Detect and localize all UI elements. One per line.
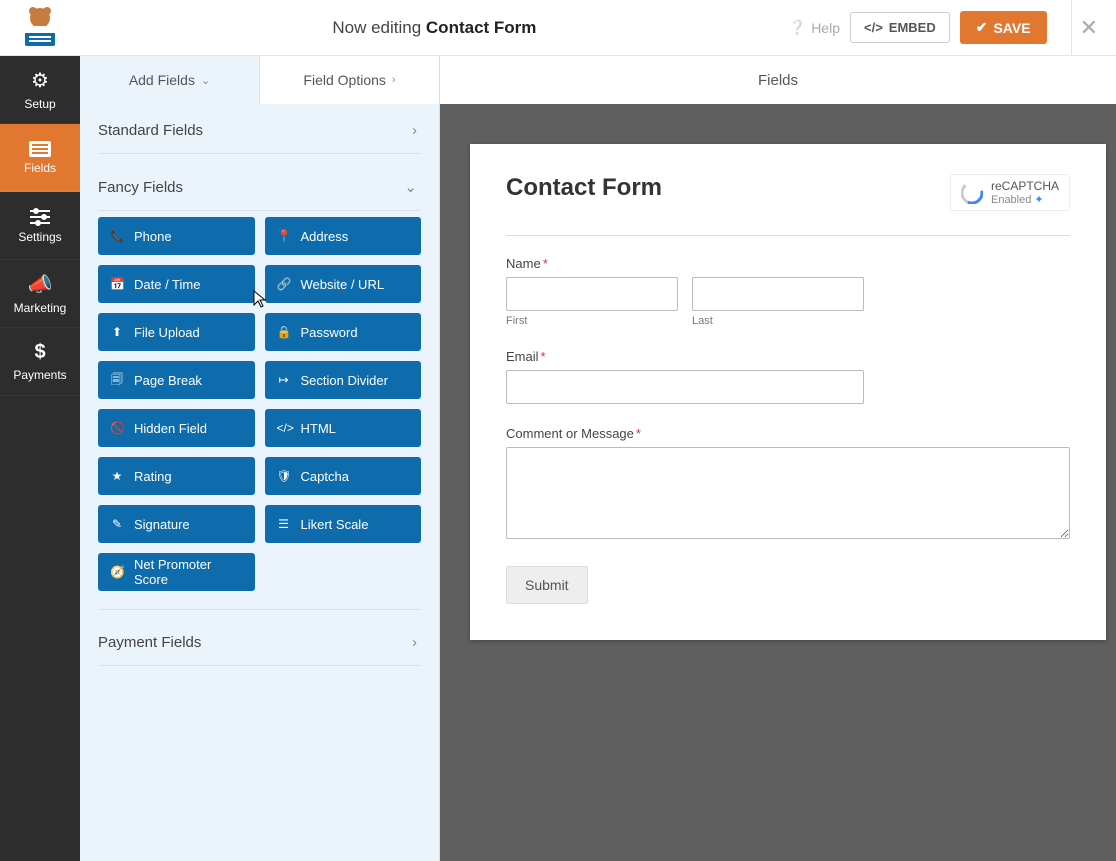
close-icon: ✕ (1080, 15, 1098, 41)
app-logo (0, 0, 80, 56)
field-password[interactable]: 🔒 Password (265, 313, 422, 351)
dollar-icon: $ (34, 341, 45, 364)
field-label: Phone (134, 229, 172, 244)
field-website-url[interactable]: 🔗 Website / URL (265, 265, 422, 303)
last-sublabel: Last (692, 315, 864, 327)
chevron-down-icon: ⌄ (201, 74, 210, 87)
field-captcha[interactable]: 🛡 Captcha (265, 457, 422, 495)
save-button[interactable]: ✔ SAVE (960, 11, 1047, 44)
megaphone-icon: 📣 (28, 272, 53, 297)
field-phone[interactable]: 📞 Phone (98, 217, 255, 255)
link-icon: 🔗 (277, 277, 291, 291)
field-address[interactable]: 📍 Address (265, 217, 422, 255)
arrow-icon: ↦ (277, 373, 291, 387)
upload-icon: ⬆ (110, 325, 124, 339)
field-page-break[interactable]: 🗐 Page Break (98, 361, 255, 399)
field-file-upload[interactable]: ⬆ File Upload (98, 313, 255, 351)
help-link[interactable]: ❔ Help (789, 19, 840, 36)
divider (98, 210, 421, 211)
star-icon: ★ (110, 469, 124, 483)
nav-setup[interactable]: ⚙ Setup (0, 56, 80, 124)
chevron-right-icon: › (392, 74, 396, 86)
field-label: HTML (301, 421, 336, 436)
field-section-divider[interactable]: ↦ Section Divider (265, 361, 422, 399)
form-preview: Contact Form reCAPTCHA Enabled ✦ Name* F… (470, 144, 1106, 640)
field-label: Hidden Field (134, 421, 207, 436)
field-label: Signature (134, 517, 190, 532)
shield-icon: 🛡 (277, 469, 291, 483)
tab-add-fields[interactable]: Add Fields ⌄ (80, 56, 259, 104)
editing-label: Now editing Contact Form (80, 18, 789, 38)
recaptcha-badge: reCAPTCHA Enabled ✦ (950, 174, 1070, 211)
nav-fields[interactable]: Fields (0, 124, 80, 192)
last-name-input[interactable] (692, 277, 864, 311)
chevron-down-icon: ⌄ (404, 178, 417, 196)
divider (98, 665, 421, 666)
field-label: Page Break (134, 373, 202, 388)
field-label: Website / URL (301, 277, 385, 292)
code-icon: </> (864, 20, 883, 35)
field-likert-scale[interactable]: ☰ Likert Scale (265, 505, 422, 543)
pin-icon: 📍 (277, 229, 291, 243)
field-date-time[interactable]: 📅 Date / Time (98, 265, 255, 303)
phone-icon: 📞 (110, 229, 124, 243)
calendar-icon: 📅 (110, 277, 124, 291)
message-label: Comment or Message* (506, 426, 1070, 441)
message-textarea[interactable] (506, 447, 1070, 539)
field-signature[interactable]: ✎ Signature (98, 505, 255, 543)
field-label: Captcha (301, 469, 349, 484)
form-title: Contact Form (506, 174, 662, 202)
field-hidden-field[interactable]: 🚫 Hidden Field (98, 409, 255, 447)
field-rating[interactable]: ★ Rating (98, 457, 255, 495)
name-label: Name* (506, 256, 1070, 271)
section-payment-fields[interactable]: Payment Fields › (98, 616, 421, 665)
recaptcha-icon (961, 182, 983, 204)
field-label: Address (301, 229, 349, 244)
check-icon: ✔ (976, 19, 988, 36)
close-button[interactable]: ✕ (1071, 0, 1106, 56)
email-label: Email* (506, 349, 1070, 364)
lock-icon: 🔒 (277, 325, 291, 339)
field-net-promoter-score[interactable]: 🧭 Net Promoter Score (98, 553, 255, 591)
nav-settings[interactable]: Settings (0, 192, 80, 260)
first-sublabel: First (506, 315, 678, 327)
nav-payments[interactable]: $ Payments (0, 328, 80, 396)
gauge-icon: 🧭 (110, 565, 124, 579)
chevron-right-icon: › (412, 122, 417, 139)
verified-icon: ✦ (1034, 194, 1043, 206)
field-label: Date / Time (134, 277, 200, 292)
divider (98, 153, 421, 154)
first-name-input[interactable] (506, 277, 678, 311)
field-label: Rating (134, 469, 172, 484)
help-icon: ❔ (789, 19, 806, 36)
preview-header: Fields (440, 56, 1116, 104)
divider (506, 235, 1070, 236)
chevron-right-icon: › (412, 634, 417, 651)
field-html[interactable]: </> HTML (265, 409, 422, 447)
eye-off-icon: 🚫 (110, 421, 124, 435)
gear-icon: ⚙ (31, 68, 49, 93)
scale-icon: ☰ (277, 517, 291, 531)
field-label: Likert Scale (301, 517, 369, 532)
section-fancy-fields[interactable]: Fancy Fields ⌄ (98, 160, 421, 210)
field-label: Section Divider (301, 373, 388, 388)
tab-field-options[interactable]: Field Options › (259, 56, 439, 104)
embed-button[interactable]: </> EMBED (850, 12, 950, 43)
field-label: File Upload (134, 325, 200, 340)
code-icon: </> (277, 421, 291, 435)
submit-button[interactable]: Submit (506, 566, 588, 604)
list-icon (29, 141, 51, 157)
divider (98, 609, 421, 610)
pencil-icon: ✎ (110, 517, 124, 531)
field-label: Net Promoter Score (134, 557, 243, 587)
section-standard-fields[interactable]: Standard Fields › (98, 104, 421, 153)
email-input[interactable] (506, 370, 864, 404)
sliders-icon (30, 208, 50, 226)
nav-marketing[interactable]: 📣 Marketing (0, 260, 80, 328)
field-label: Password (301, 325, 358, 340)
copy-icon: 🗐 (110, 370, 124, 391)
